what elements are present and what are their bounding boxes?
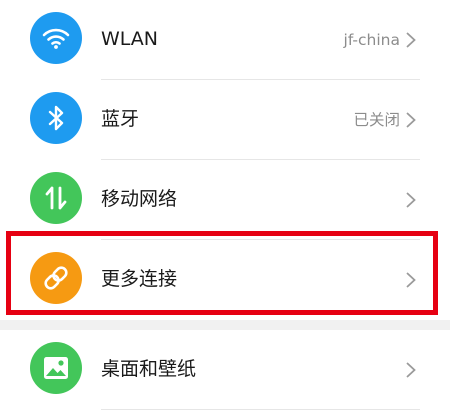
settings-item-value: 已关闭 bbox=[353, 111, 400, 129]
settings-item-desktop-wallpaper[interactable]: 桌面和壁纸 bbox=[0, 330, 450, 410]
bluetooth-icon bbox=[30, 92, 82, 144]
settings-group-display: 桌面和壁纸 bbox=[0, 330, 450, 410]
chevron-right-icon bbox=[406, 32, 416, 48]
settings-item-label: WLAN bbox=[101, 28, 159, 50]
settings-item-label: 桌面和壁纸 bbox=[101, 358, 197, 380]
settings-item-label: 移动网络 bbox=[101, 188, 178, 210]
section-gap bbox=[0, 320, 450, 330]
settings-item-label: 蓝牙 bbox=[101, 108, 140, 130]
link-icon bbox=[30, 252, 82, 304]
settings-group-connections: WLAN jf-china 蓝牙 已关闭 移动网络 更多连接 bbox=[0, 0, 450, 320]
chevron-right-icon bbox=[406, 272, 416, 288]
settings-item-more-connections[interactable]: 更多连接 bbox=[0, 240, 450, 320]
mobile-data-icon bbox=[30, 172, 82, 224]
settings-item-bluetooth[interactable]: 蓝牙 已关闭 bbox=[0, 80, 450, 160]
image-icon bbox=[30, 342, 82, 394]
chevron-right-icon bbox=[406, 192, 416, 208]
settings-item-wlan[interactable]: WLAN jf-china bbox=[0, 0, 450, 80]
settings-item-label: 更多连接 bbox=[101, 268, 178, 290]
chevron-right-icon bbox=[406, 362, 416, 378]
settings-item-mobile-network[interactable]: 移动网络 bbox=[0, 160, 450, 240]
chevron-right-icon bbox=[406, 112, 416, 128]
settings-item-value: jf-china bbox=[343, 31, 400, 49]
wifi-icon bbox=[30, 12, 82, 64]
